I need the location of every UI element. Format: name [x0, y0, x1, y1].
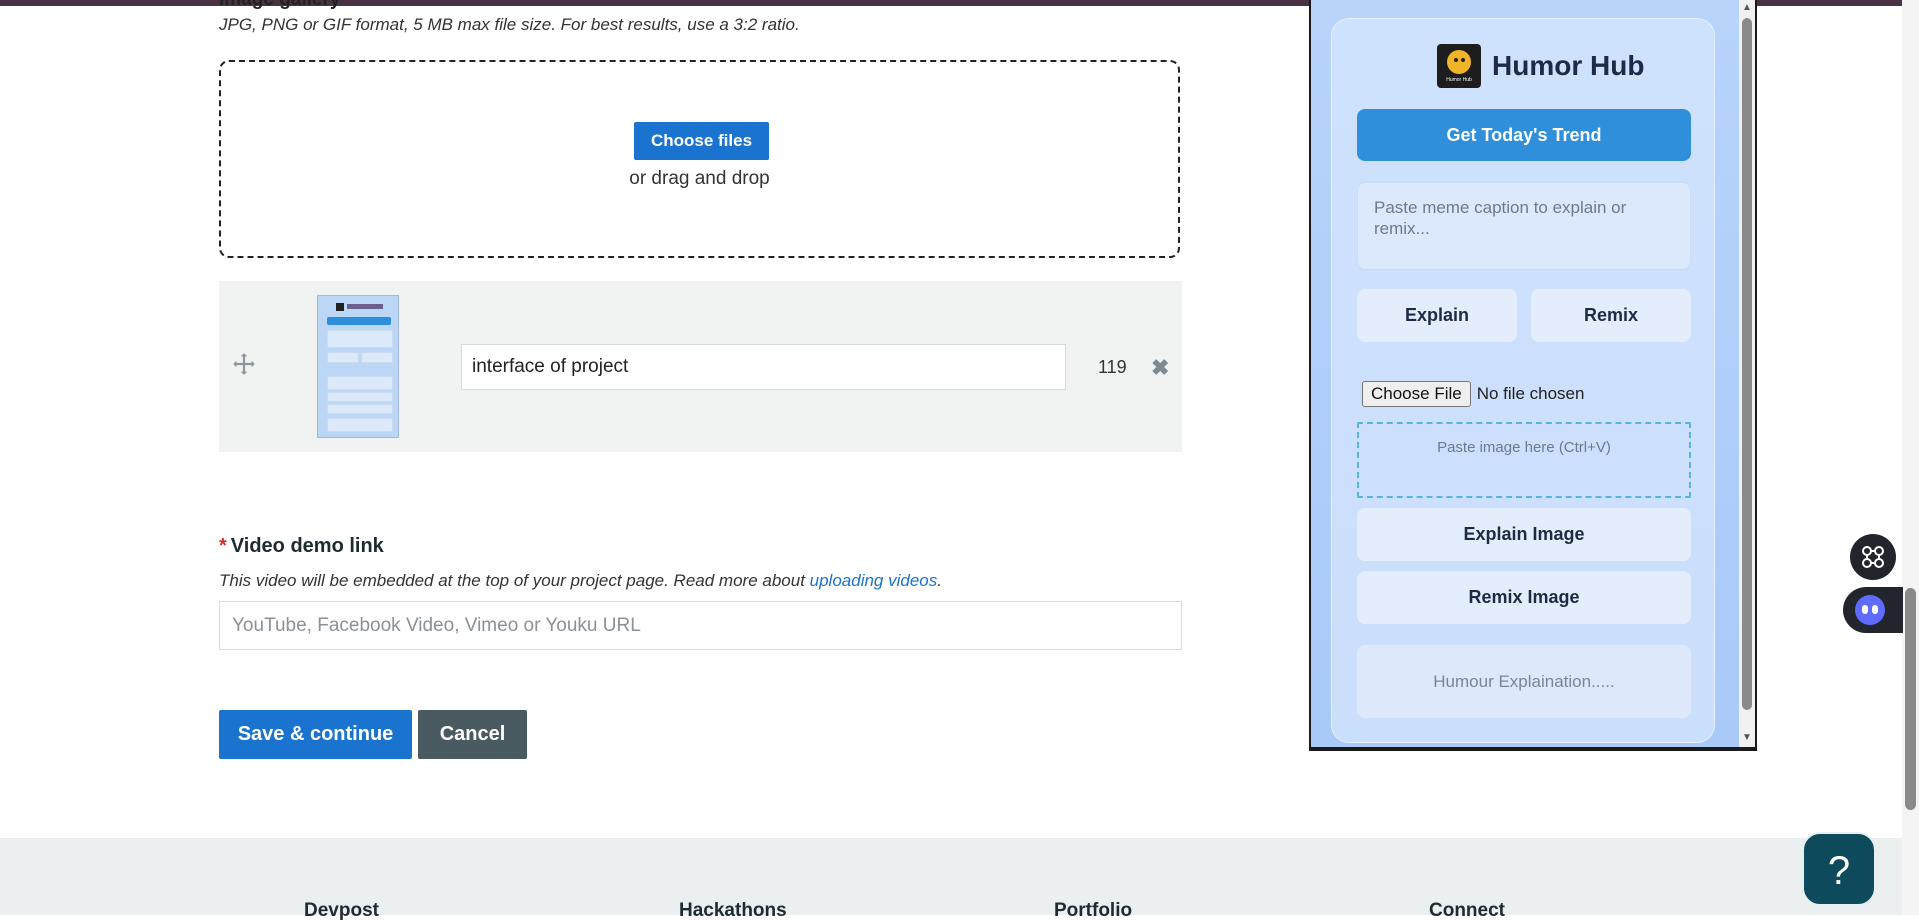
file-status: No file chosen: [1476, 384, 1585, 403]
scroll-up-icon[interactable]: ▲: [1741, 2, 1753, 14]
paste-image-zone[interactable]: Paste image here (Ctrl+V): [1357, 422, 1691, 498]
explain-button[interactable]: Explain: [1357, 289, 1517, 342]
video-hint-suffix: .: [937, 571, 942, 590]
save-continue-button[interactable]: Save & continue: [219, 710, 412, 759]
footer-column-devpost: Devpost: [304, 900, 379, 921]
page-scrollbar-thumb[interactable]: [1905, 588, 1916, 810]
video-demo-label: * Video demo link: [219, 535, 384, 558]
meme-caption-textarea[interactable]: Paste meme caption to explain or remix..…: [1357, 182, 1691, 270]
required-mark: *: [219, 535, 227, 557]
humour-output-box: Humour Explaination.....: [1357, 645, 1691, 718]
remix-image-button[interactable]: Remix Image: [1357, 571, 1691, 624]
image-thumbnail: [317, 295, 399, 438]
file-dropzone[interactable]: Choose files or drag and drop: [219, 60, 1180, 258]
extension-title: Humor Hub: [1492, 50, 1645, 81]
extension-card: Humor Hub Humor Hub Get Today's Trend Pa…: [1331, 18, 1715, 743]
humor-hub-logo: Humor Hub: [1437, 44, 1481, 88]
image-caption-input[interactable]: interface of project: [461, 344, 1066, 390]
extension-scrollbar-thumb[interactable]: [1742, 18, 1752, 710]
image-format-hint: JPG, PNG or GIF format, 5 MB max file si…: [219, 15, 800, 34]
file-input: Choose File No file chosen: [1362, 381, 1584, 407]
get-trend-button[interactable]: Get Today's Trend: [1357, 109, 1691, 161]
choose-file-button[interactable]: Choose File: [1362, 381, 1471, 407]
caption-char-count: 119: [1098, 357, 1127, 377]
help-icon[interactable]: ?: [1802, 832, 1876, 906]
footer: Devpost Hackathons Portfolio Connect: [0, 838, 1919, 921]
video-hint: This video will be embedded at the top o…: [219, 571, 942, 591]
cut-off-heading: Image gallery: [219, 0, 340, 11]
cancel-button[interactable]: Cancel: [418, 710, 527, 759]
footer-column-connect: Connect: [1429, 900, 1505, 921]
extension-popup: Humor Hub Humor Hub Get Today's Trend Pa…: [1309, 0, 1757, 751]
drag-drop-text: or drag and drop: [629, 168, 770, 189]
logo-text: Humor Hub: [1446, 77, 1472, 83]
choose-files-button[interactable]: Choose files: [634, 122, 769, 160]
uploading-videos-link[interactable]: uploading videos: [810, 571, 938, 590]
scroll-down-icon[interactable]: ▼: [1741, 732, 1753, 744]
extension-body: Humor Hub Humor Hub Get Today's Trend Pa…: [1311, 0, 1739, 747]
remove-icon[interactable]: ✖: [1151, 355, 1169, 381]
command-icon[interactable]: [1850, 534, 1896, 580]
remix-button[interactable]: Remix: [1531, 289, 1691, 342]
footer-column-portfolio: Portfolio: [1054, 900, 1133, 921]
bot-icon[interactable]: [1843, 587, 1903, 633]
explain-image-button[interactable]: Explain Image: [1357, 508, 1691, 561]
video-url-input[interactable]: YouTube, Facebook Video, Vimeo or Youku …: [219, 601, 1182, 650]
footer-column-hackathons: Hackathons: [679, 900, 787, 921]
move-icon[interactable]: [231, 351, 257, 377]
video-label-text: Video demo link: [230, 535, 384, 557]
uploaded-image-row: interface of project 119 ✖: [219, 281, 1182, 452]
video-hint-text: This video will be embedded at the top o…: [219, 571, 810, 590]
